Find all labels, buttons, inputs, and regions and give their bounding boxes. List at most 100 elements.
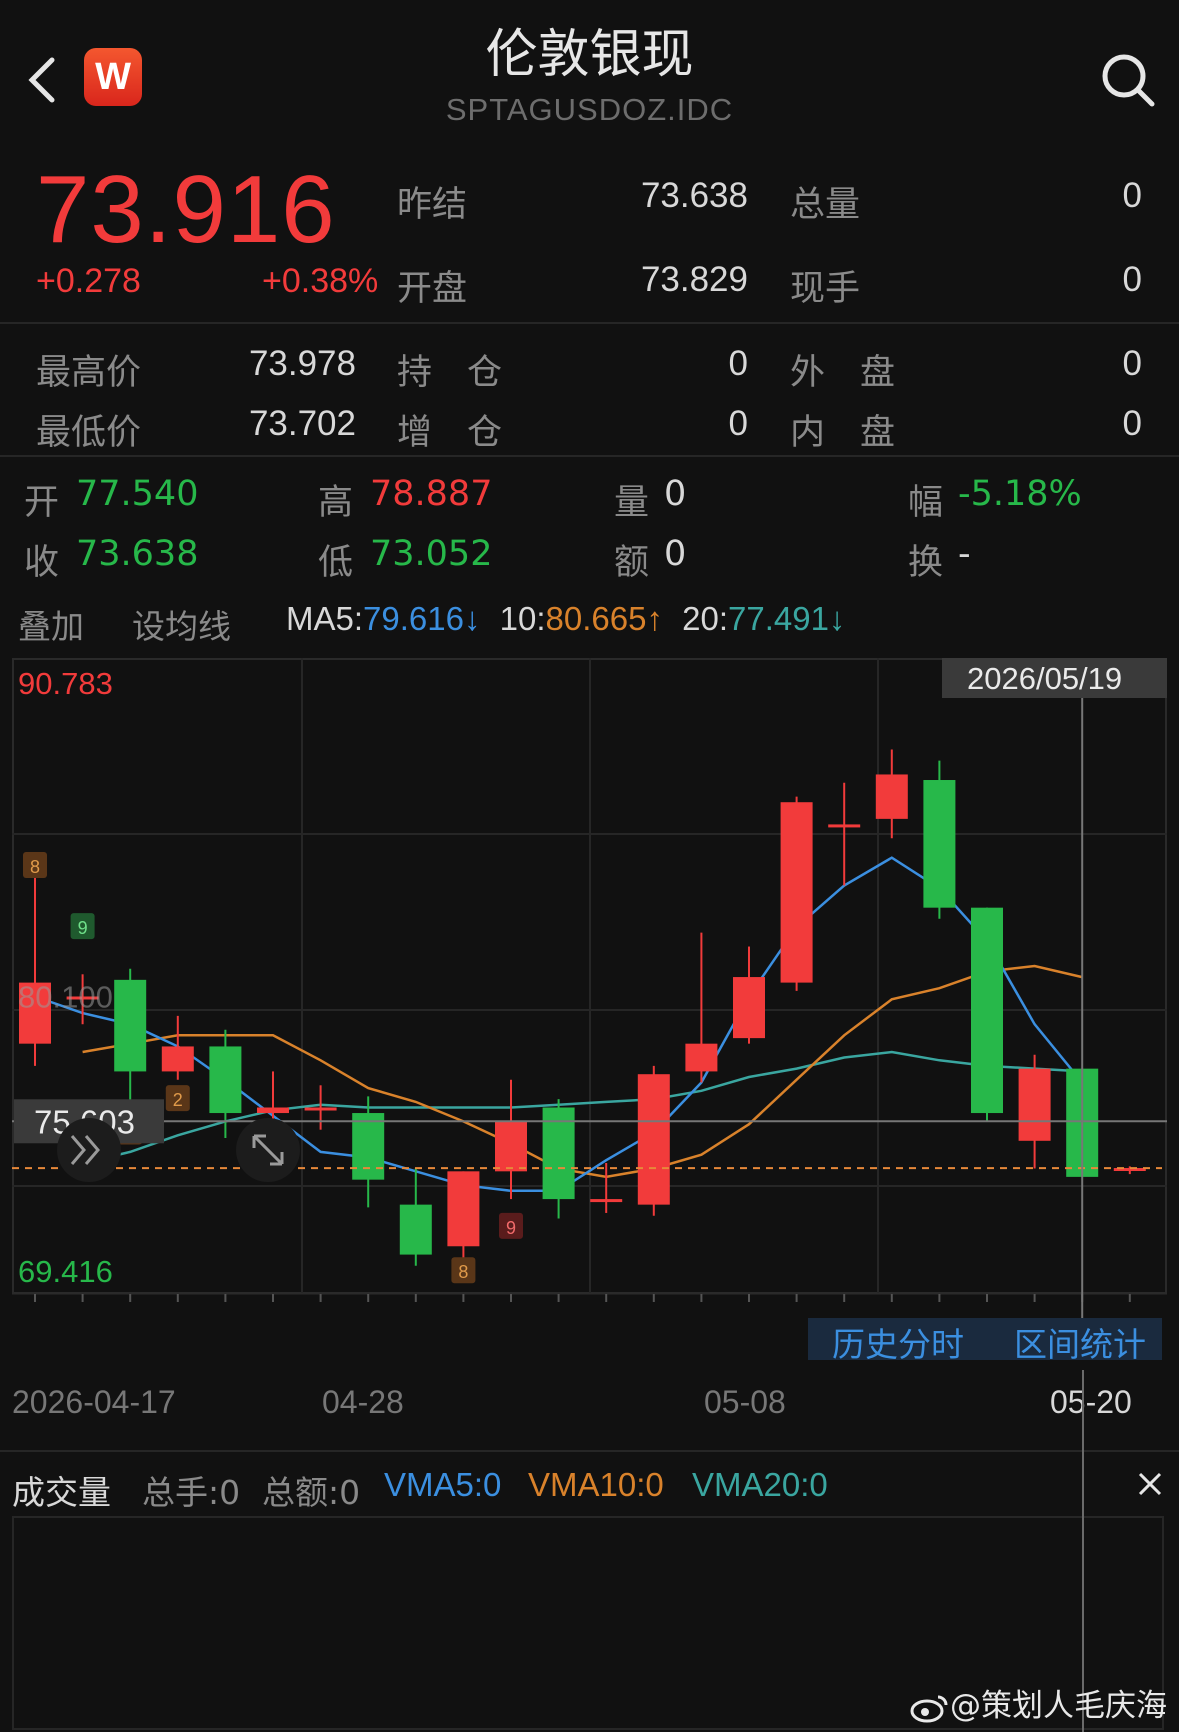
total-volume-label: 总量 bbox=[790, 185, 861, 225]
price-change-pct: +0.38% bbox=[262, 262, 379, 300]
watermark-text: @策划人毛庆海 bbox=[950, 1688, 1167, 1724]
divider bbox=[0, 455, 1179, 457]
candle-body bbox=[352, 1113, 385, 1180]
candle-body bbox=[1018, 1068, 1051, 1141]
history-timeshare-button[interactable]: 历史分时 bbox=[832, 1318, 964, 1366]
range-stats-button[interactable]: 区间统计 bbox=[1014, 1318, 1146, 1366]
bar-high-label: 高 bbox=[318, 483, 354, 523]
bar-close-value: 73.638 bbox=[76, 534, 199, 574]
outer-volume-value: 0 bbox=[1122, 344, 1142, 383]
x-tick-label: 05-08 bbox=[704, 1384, 786, 1420]
candle-body bbox=[495, 1121, 527, 1172]
candle-body bbox=[828, 824, 861, 828]
candle-body bbox=[685, 1043, 718, 1072]
x-tick-label: 2026-04-17 bbox=[12, 1384, 176, 1420]
bar-volume-label: 量 bbox=[614, 483, 650, 523]
inner-volume-value: 0 bbox=[1122, 404, 1142, 443]
crosshair-vertical-lower bbox=[1082, 1370, 1084, 1732]
td-marker-label: 9 bbox=[78, 918, 88, 938]
bar-low-label: 低 bbox=[318, 543, 354, 583]
ma5-value: 79.616↓ bbox=[363, 600, 481, 637]
ma20-value: 77.491↓ bbox=[728, 600, 846, 637]
open-interest-value: 0 bbox=[728, 344, 748, 383]
bar-amplitude-value: -5.18% bbox=[958, 474, 1082, 514]
candle-body bbox=[304, 1107, 337, 1111]
prev-close-value: 73.638 bbox=[640, 176, 748, 215]
bar-open-value: 77.540 bbox=[76, 474, 199, 514]
candlestick-chart[interactable]: 89219875.6032026/05/1990.78369.41680.100 bbox=[12, 658, 1167, 1360]
vma5-value: VMA5:0 bbox=[384, 1466, 502, 1503]
td-marker-label: 8 bbox=[458, 1262, 468, 1282]
low-label: 最低价 bbox=[36, 413, 142, 453]
candle-body bbox=[971, 907, 1003, 1114]
candle-body bbox=[114, 979, 147, 1072]
td-marker-label: 8 bbox=[30, 857, 40, 877]
search-icon[interactable] bbox=[1098, 50, 1158, 110]
ma5-label: MA5: bbox=[286, 600, 364, 637]
bar-low-value: 73.052 bbox=[370, 534, 493, 574]
candle-body bbox=[780, 802, 813, 983]
bar-amplitude-label: 幅 bbox=[908, 483, 944, 523]
vma20-value: VMA20:0 bbox=[692, 1466, 828, 1503]
candle-body bbox=[257, 1107, 289, 1114]
open-value: 73.829 bbox=[640, 260, 748, 299]
overlay-button[interactable]: 叠加 bbox=[18, 600, 84, 648]
current-hand-value: 0 bbox=[1122, 260, 1142, 299]
ma20-label: 20: bbox=[682, 600, 728, 637]
bar-volume-value: 0 bbox=[664, 474, 687, 514]
watermark: @策划人毛庆海 bbox=[910, 1680, 1167, 1725]
ma-values: MA5:79.616↓ 10:80.665↑ 20:77.491↓ bbox=[286, 600, 845, 638]
close-icon[interactable] bbox=[1136, 1470, 1164, 1498]
ma10-value: 80.665↑ bbox=[545, 600, 663, 637]
ma10-label: 10: bbox=[499, 600, 546, 637]
inner-volume-label: 内 盘 bbox=[790, 413, 896, 453]
candle-body bbox=[733, 977, 765, 1039]
forward-button bbox=[57, 1118, 121, 1182]
vma10-value: VMA10:0 bbox=[528, 1466, 664, 1503]
open-interest-label: 持 仓 bbox=[397, 353, 503, 393]
set-ma-button[interactable]: 设均线 bbox=[132, 600, 231, 648]
candle-body bbox=[447, 1171, 480, 1247]
bar-turnover-value: - bbox=[958, 534, 971, 574]
oi-change-value: 0 bbox=[728, 404, 748, 443]
bar-turnover-label: 换 bbox=[908, 543, 944, 583]
weibo-icon bbox=[910, 1693, 950, 1723]
candle-body bbox=[399, 1204, 432, 1255]
volume-title: 成交量 bbox=[12, 1473, 111, 1512]
high-value: 73.978 bbox=[248, 344, 356, 383]
candle-body bbox=[590, 1199, 623, 1203]
y-min-label: 69.416 bbox=[18, 1254, 113, 1289]
divider bbox=[0, 322, 1179, 324]
candle-body bbox=[161, 1046, 194, 1072]
current-hand-label: 现手 bbox=[790, 269, 861, 309]
price-change: +0.278 bbox=[36, 262, 141, 300]
outer-volume-label: 外 盘 bbox=[790, 353, 896, 393]
candle-body bbox=[875, 774, 908, 819]
candle-body bbox=[637, 1074, 670, 1205]
divider bbox=[0, 1450, 1179, 1452]
reference-price-label: 80.100 bbox=[18, 979, 113, 1014]
td-marker-label: 2 bbox=[173, 1090, 183, 1110]
candle-body bbox=[209, 1046, 242, 1114]
oi-change-label: 增 仓 bbox=[397, 413, 503, 453]
x-tick-label: 05-20 bbox=[1050, 1384, 1132, 1420]
y-max-label: 90.783 bbox=[18, 666, 113, 701]
volume-total-hands: 总手:0 bbox=[142, 1473, 241, 1512]
bar-close-label: 收 bbox=[24, 543, 60, 583]
candle-body bbox=[923, 780, 956, 908]
symbol-code: SPTAGUSDOZ.IDC bbox=[445, 92, 734, 127]
high-label: 最高价 bbox=[36, 353, 142, 393]
open-label: 开盘 bbox=[397, 269, 468, 309]
td-marker-label: 9 bbox=[506, 1218, 516, 1238]
x-tick-label: 04-28 bbox=[322, 1384, 404, 1420]
last-price: 73.916 bbox=[36, 156, 336, 263]
total-volume-value: 0 bbox=[1122, 176, 1142, 215]
volume-total-amount: 总额:0 bbox=[262, 1473, 361, 1512]
bar-open-label: 开 bbox=[24, 483, 60, 523]
crosshair-date-label: 2026/05/19 bbox=[967, 661, 1122, 696]
bar-high-value: 78.887 bbox=[370, 474, 493, 514]
bar-amount-value: 0 bbox=[664, 534, 687, 574]
low-value: 73.702 bbox=[248, 404, 356, 443]
page-title: 伦敦银现 bbox=[485, 25, 694, 85]
prev-close-label: 昨结 bbox=[397, 185, 468, 225]
